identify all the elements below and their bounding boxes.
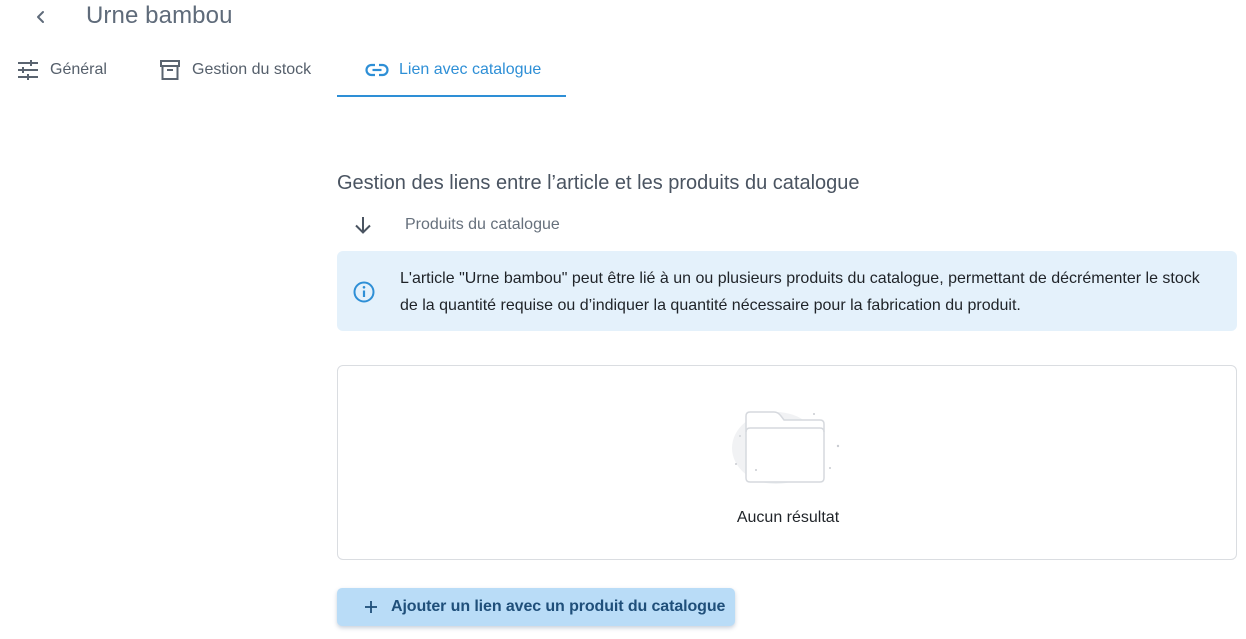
info-icon (353, 281, 375, 303)
section-title: Gestion des liens entre l’article et les… (337, 172, 860, 194)
add-catalog-link-button[interactable]: Ajouter un lien avec un produit du catal… (337, 588, 735, 626)
chevron-left-icon (37, 11, 44, 23)
empty-state-text: Aucun résultat (736, 509, 840, 526)
empty-folder-icon (732, 411, 840, 484)
linked-products-list: Aucun résultat (337, 365, 1237, 560)
link-icon (365, 58, 389, 82)
plus-icon (365, 601, 377, 613)
page-title: Urne bambou (86, 2, 233, 29)
back-button[interactable] (30, 4, 52, 30)
tab-stock-label: Gestion du stock (192, 61, 312, 78)
tab-catalog-link[interactable]: Lien avec catalogue (337, 44, 566, 96)
info-alert: L'article "Urne bambou" peut être lié à … (337, 251, 1237, 331)
arrow-down-icon (337, 210, 389, 240)
tab-stock-management[interactable]: Gestion du stock (158, 44, 311, 96)
info-text: L'article "Urne bambou" peut être lié à … (400, 270, 1200, 314)
catalog-products-toggle[interactable]: Produits du catalogue (337, 210, 560, 240)
tab-general-label: Général (50, 61, 107, 78)
tune-icon (16, 58, 40, 82)
tab-catalog-label: Lien avec catalogue (399, 61, 542, 78)
catalog-products-label: Produits du catalogue (405, 216, 560, 233)
archive-icon (158, 58, 182, 82)
active-tab-indicator (337, 95, 566, 97)
tab-general[interactable]: Général (16, 44, 107, 96)
add-catalog-link-label: Ajouter un lien avec un produit du catal… (391, 598, 726, 615)
page-header: Urne bambou (0, 0, 1246, 36)
tab-bar: Général Gestion du stock Lien avec catal… (0, 44, 1246, 98)
